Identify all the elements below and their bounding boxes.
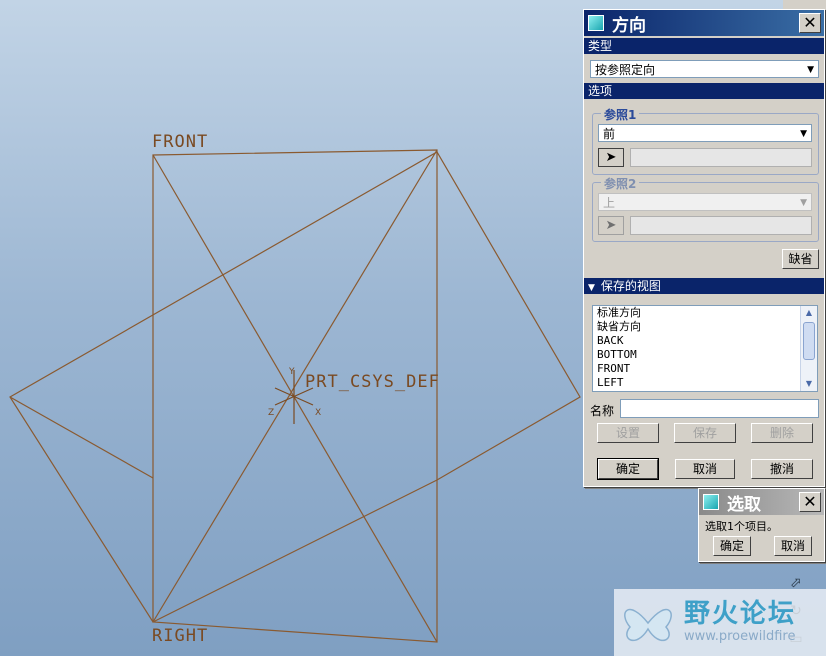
select-dialog: 选取 ✕ 选取1个项目。 确定 取消	[698, 488, 825, 562]
set-button[interactable]: 设置	[597, 423, 659, 443]
top-datum-edge	[9, 396, 154, 479]
list-item[interactable]: LEFT	[593, 376, 817, 390]
butterfly-logo-icon	[624, 609, 672, 642]
list-item[interactable]: FRONT	[593, 362, 817, 376]
reference1-field[interactable]	[630, 148, 812, 167]
svg-text:Z: Z	[268, 408, 274, 418]
svg-text:X: X	[315, 408, 321, 418]
type-select[interactable]: 按参照定向 ▼	[590, 60, 819, 78]
delete-button[interactable]: 删除	[751, 423, 813, 443]
chevron-down-icon: ▼	[800, 198, 807, 208]
save-button[interactable]: 保存	[674, 423, 736, 443]
view-name-input[interactable]	[620, 399, 819, 418]
select-cancel-button[interactable]: 取消	[774, 536, 812, 556]
list-item[interactable]: 标准方向	[593, 306, 817, 320]
scroll-thumb[interactable]	[803, 322, 815, 360]
select-dialog-title: 选取	[727, 494, 761, 515]
select-ok-button[interactable]: 确定	[713, 536, 751, 556]
type-section-header: 类型	[584, 38, 824, 54]
reference2-field[interactable]	[630, 216, 812, 235]
reference1-value: 前	[603, 127, 616, 141]
close-button[interactable]: ✕	[799, 492, 821, 512]
csys-label: PRT_CSYS_DEF	[305, 372, 440, 392]
watermark-text: 野火论坛	[684, 599, 797, 629]
reference1-label: 参照1	[601, 106, 640, 123]
app-icon	[588, 15, 604, 31]
reference2-select[interactable]: 上 ▼	[598, 193, 812, 211]
list-item[interactable]: BOTTOM	[593, 348, 817, 362]
svg-text:Y: Y	[288, 367, 295, 377]
reference1-group: 参照1 前 ▼ ➤	[592, 106, 819, 175]
list-item[interactable]: 缺省方向	[593, 320, 817, 334]
reference2-label: 参照2	[601, 175, 640, 192]
reference2-pick-button[interactable]: ➤	[598, 216, 624, 235]
right-datum-edge	[152, 154, 438, 643]
ok-button[interactable]: 确定	[597, 458, 659, 480]
arrow-pointer-icon: ➤	[605, 150, 617, 165]
undo-button[interactable]: 撤消	[751, 459, 813, 479]
cancel-button[interactable]: 取消	[675, 459, 735, 479]
watermark: 野火论坛 www.proewildfire	[614, 589, 826, 656]
scroll-down-icon[interactable]: ▼	[801, 377, 817, 391]
default-button[interactable]: 缺省	[782, 249, 819, 269]
list-scrollbar[interactable]: ▲ ▼	[800, 306, 817, 391]
saved-views-title: 保存的视图	[600, 279, 661, 293]
saved-views-header[interactable]: ▼ 保存的视图	[584, 278, 824, 294]
close-icon: ✕	[803, 13, 817, 32]
name-label: 名称	[590, 404, 615, 418]
chevron-down-icon: ▼	[807, 65, 814, 75]
reference2-group: 参照2 上 ▼ ➤	[592, 175, 819, 242]
dialog-title: 方向	[612, 15, 646, 36]
watermark-url: www.proewildfire	[684, 629, 796, 644]
app-icon	[703, 494, 719, 510]
reference1-select[interactable]: 前 ▼	[598, 124, 812, 142]
reference2-value: 上	[603, 196, 616, 210]
close-button[interactable]: ✕	[799, 13, 821, 33]
options-section-header: 选项	[584, 83, 824, 99]
dialog-titlebar[interactable]: 方向 ✕	[584, 10, 824, 36]
arrow-pointer-icon: ➤	[605, 218, 617, 233]
scroll-up-icon[interactable]: ▲	[801, 306, 817, 320]
saved-views-list[interactable]: 标准方向 缺省方向 BACK BOTTOM FRONT LEFT ▲ ▼	[592, 305, 818, 392]
chevron-down-icon: ▼	[800, 129, 807, 139]
reference1-pick-button[interactable]: ➤	[598, 148, 624, 167]
select-message: 选取1个项目。	[705, 520, 778, 533]
close-icon: ✕	[803, 492, 817, 511]
list-item[interactable]: BACK	[593, 334, 817, 348]
select-titlebar[interactable]: 选取 ✕	[699, 489, 824, 515]
triangle-down-icon: ▼	[588, 283, 595, 293]
right-datum-label: RIGHT	[152, 626, 209, 646]
orientation-dialog: 方向 ✕ 类型 按参照定向 ▼ 选项 参照1 前 ▼ ➤ 参照2 上 ▼ ➤ 缺…	[583, 9, 825, 487]
front-datum-label: FRONT	[152, 132, 209, 152]
type-select-value: 按参照定向	[595, 63, 656, 77]
